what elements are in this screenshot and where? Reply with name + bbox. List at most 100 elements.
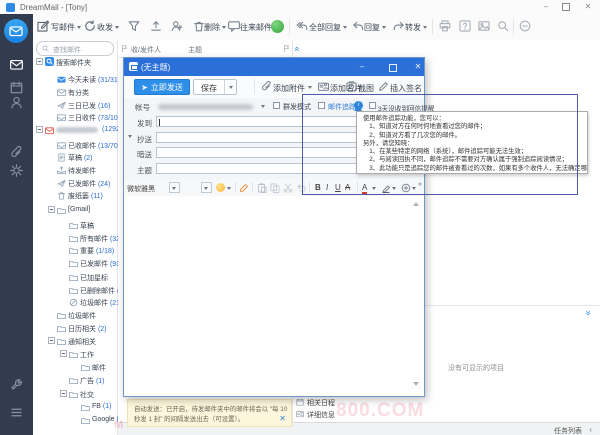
status-ball-icon[interactable] (271, 20, 284, 33)
reply-all-button[interactable]: 全部回复 (309, 22, 341, 33)
rail-calendar-icon[interactable] (10, 81, 23, 96)
minimize-button[interactable]: – (540, 1, 552, 12)
screenshot-button[interactable]: 截图 (358, 83, 374, 94)
column-subject[interactable]: 主题 (188, 45, 202, 55)
mass-mode-checkbox[interactable] (273, 102, 280, 109)
task-list-chevron-icon[interactable]: ‹ (589, 425, 592, 434)
message-body-editor[interactable] (124, 196, 424, 392)
folder-tree-item[interactable]: 所有邮件 (32/296) (33, 233, 118, 244)
folder-tree-item[interactable]: 搜索邮件夹 (33, 57, 118, 68)
editor-scroll-down-icon[interactable] (413, 382, 419, 386)
more-tools-icon[interactable]: » (418, 181, 422, 188)
insert-signature-button[interactable]: 插入签名 (390, 83, 422, 94)
bold-button[interactable]: B (315, 183, 321, 192)
flag-column-icon2[interactable] (283, 45, 290, 54)
collapse-pane-icon[interactable]: « (293, 46, 303, 51)
rail-menu-icon[interactable] (10, 406, 23, 421)
folder-tree-item[interactable]: 广告 (1) (33, 375, 118, 386)
font-color-caret-icon[interactable] (372, 187, 376, 190)
highlight-button[interactable] (381, 183, 391, 195)
search-box[interactable]: 查找邮件 (36, 41, 114, 56)
dialog-close-icon[interactable]: ✕ (413, 62, 423, 71)
add-attachment-button[interactable]: 添加附件 (273, 83, 305, 94)
folder-tree-item[interactable]: 待发邮件 (33, 165, 118, 176)
save-button[interactable]: 保存 (193, 79, 237, 95)
compose-caret-icon[interactable] (77, 26, 81, 29)
font-color-button[interactable]: A (362, 183, 367, 194)
expand-icon[interactable] (60, 350, 67, 357)
account-caret-icon[interactable] (261, 105, 265, 108)
help-icon[interactable] (459, 20, 471, 34)
notification-close-icon[interactable]: ✕ (279, 414, 286, 423)
rail-mail-icon[interactable] (10, 58, 23, 73)
send-now-button[interactable]: ➤立即发送 (134, 79, 190, 95)
undo-icon[interactable] (296, 183, 306, 195)
expand-bottom-icon[interactable]: « (583, 310, 593, 315)
folder-tree-item[interactable]: 废纸篓 (11) (33, 190, 118, 201)
reply-button[interactable]: 回复 (364, 22, 380, 33)
expand-icon[interactable] (60, 390, 67, 397)
tracking-checkbox[interactable] (318, 102, 325, 109)
folder-tree-item[interactable]: 有分类 (33, 87, 118, 98)
folder-tree-item[interactable]: 今天未读 (31/31) (33, 74, 118, 85)
folder-tree-item[interactable]: 社交 (33, 389, 118, 400)
expand-icon[interactable] (48, 337, 55, 344)
rail-wrench-icon[interactable] (10, 378, 23, 393)
rail-settings-icon[interactable] (10, 164, 23, 179)
folder-tree-item[interactable]: [Gmail] (33, 205, 118, 216)
cut-icon[interactable] (283, 183, 293, 195)
folder-tree-item[interactable]: Google (1) (33, 415, 118, 426)
delete-caret-icon[interactable] (222, 26, 226, 29)
send-receive-caret-icon[interactable] (115, 26, 119, 29)
reply-all-caret-icon[interactable] (343, 26, 347, 29)
send-receive-button[interactable]: 收发 (97, 22, 113, 33)
column-sender[interactable]: 收/发件人 (131, 45, 161, 55)
reminder-checkbox[interactable] (369, 102, 376, 109)
size-caret-box[interactable] (201, 182, 212, 193)
mass-mode-label[interactable]: 群发模式 (283, 102, 311, 112)
underline-button[interactable]: U (335, 183, 341, 192)
folder-tree-item[interactable]: 通知相关 (33, 336, 118, 347)
emoji-icon[interactable] (216, 183, 225, 192)
folder-tree-item[interactable]: 邮件 (33, 362, 118, 373)
delete-button[interactable]: 删除 (204, 22, 220, 33)
tracking-label[interactable]: 邮件追踪 (328, 102, 356, 112)
copy-icon[interactable] (270, 183, 280, 195)
detail-info-item[interactable]: 详细信息 (296, 410, 335, 420)
folder-tree-item[interactable]: 已发邮件 (24) (33, 178, 118, 189)
emoji-caret-icon[interactable] (227, 187, 231, 190)
dialog-maximize-icon[interactable] (388, 64, 398, 74)
editor-scroll-up-icon[interactable] (413, 202, 419, 206)
folder-tree-item[interactable]: 已加星标 (33, 272, 118, 283)
folder-tree-item[interactable]: 草稿 (2) (33, 152, 118, 163)
font-caret-box[interactable] (169, 182, 180, 193)
folder-tree-item[interactable]: 工作 (33, 349, 118, 360)
task-list-label[interactable]: 任务列表 (554, 426, 582, 435)
collapse-icon[interactable] (519, 20, 531, 34)
filter-icon[interactable] (128, 20, 140, 34)
folder-tree-item[interactable]: FB (1) (33, 402, 118, 413)
attach-caret-icon[interactable] (308, 86, 312, 89)
compose-button[interactable]: 写邮件 (51, 22, 75, 33)
folder-tree-item[interactable]: 日历相关 (2) (33, 323, 118, 334)
maximize-button[interactable] (560, 3, 572, 14)
forward-caret-icon[interactable] (423, 26, 427, 29)
insert-link-button[interactable] (401, 183, 411, 195)
contact-icon[interactable] (171, 20, 183, 34)
folder-tree-item[interactable]: 垃圾邮件 (33, 310, 118, 321)
cc-collapse-icon[interactable] (128, 135, 132, 138)
close-button[interactable]: ✕ (582, 1, 594, 12)
expand-icon[interactable] (36, 126, 43, 133)
dialog-minimize-icon[interactable]: – (357, 62, 367, 71)
folder-tree-item[interactable]: 草稿 (33, 220, 118, 231)
strike-button[interactable]: A (345, 183, 350, 192)
folder-tree-item[interactable]: 已收邮件 (13/705) (33, 140, 118, 151)
paste-icon[interactable] (257, 183, 267, 195)
zoom-icon[interactable] (497, 20, 509, 34)
print-icon[interactable] (439, 20, 451, 34)
italic-button[interactable]: I (326, 183, 328, 192)
rail-attachment-icon[interactable] (10, 146, 23, 161)
folder-tree-item[interactable]: 三日已发 (16) (33, 100, 118, 111)
related-schedule-item[interactable]: 相关日程 (296, 398, 335, 408)
folder-tree-item[interactable]: (1292/1452) (33, 125, 118, 136)
